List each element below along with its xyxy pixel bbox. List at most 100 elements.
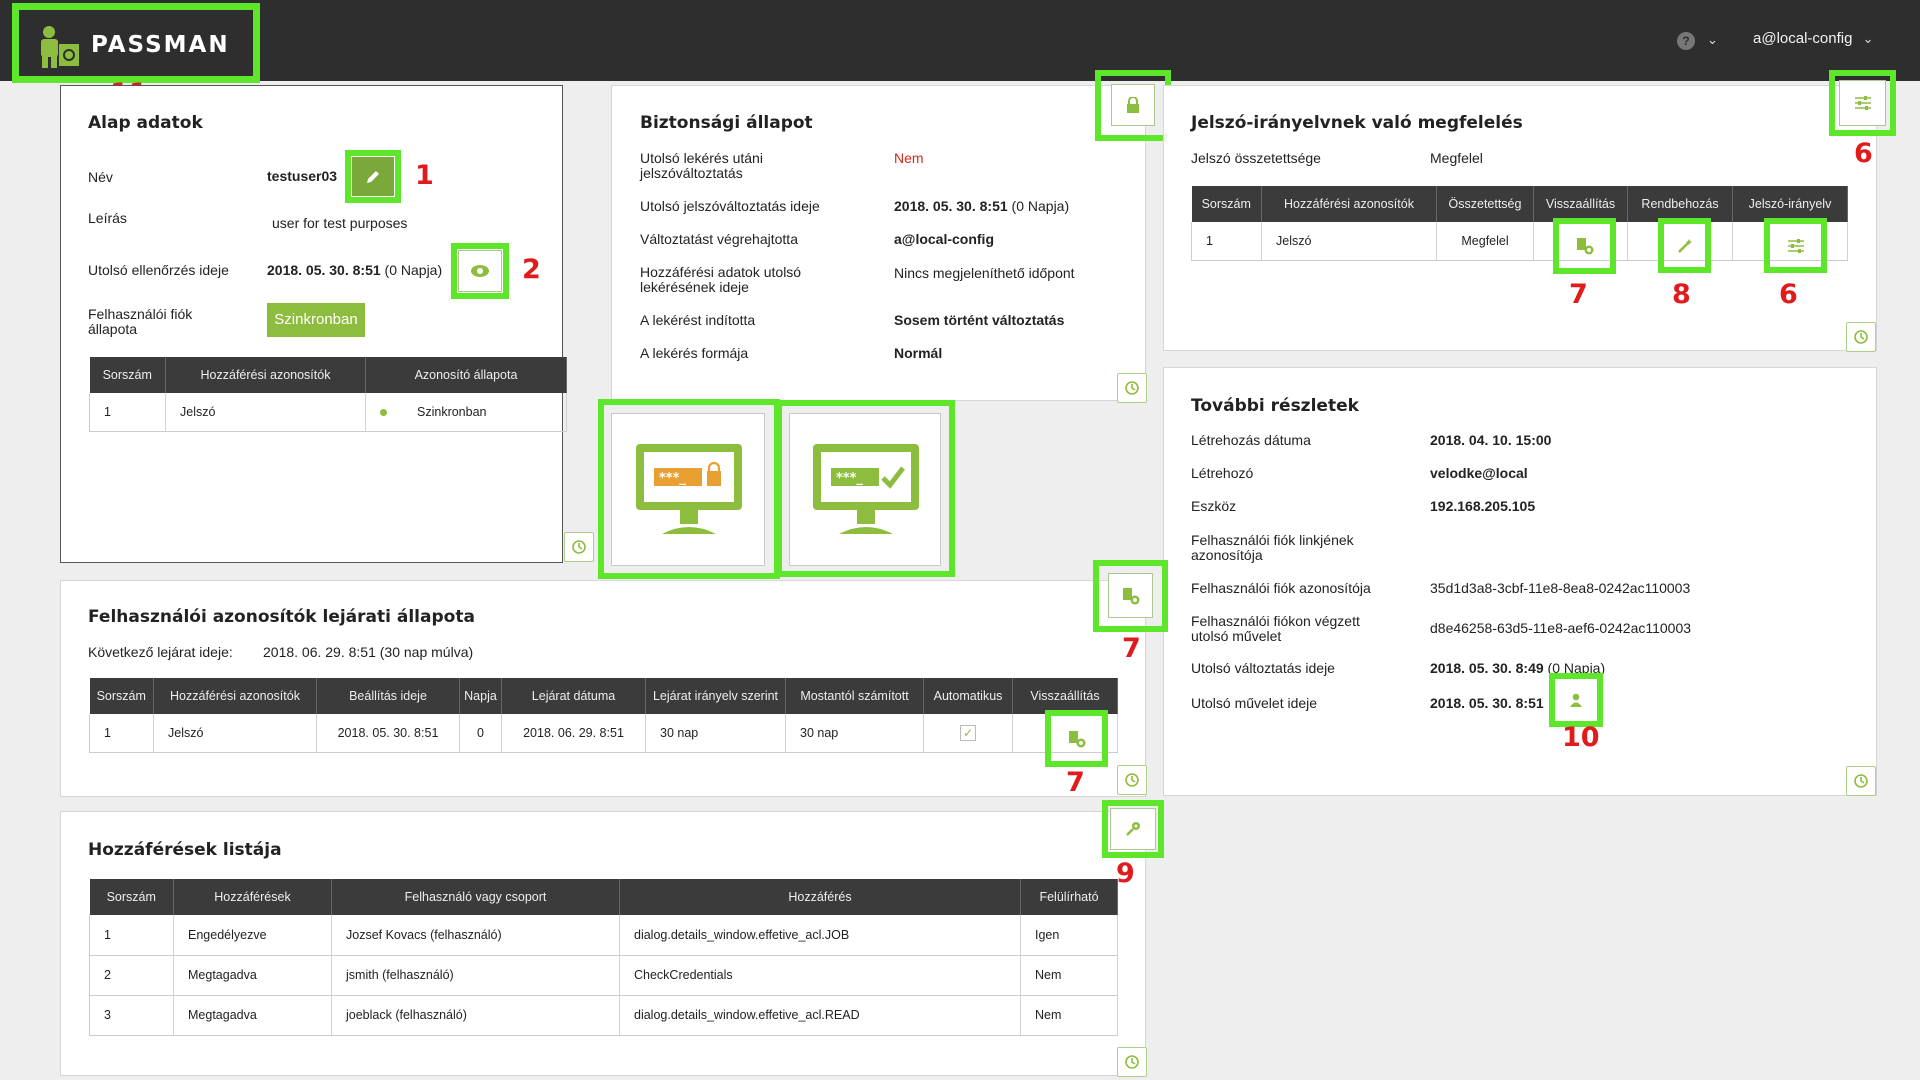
- expiry-th-6: Mostantól számított: [785, 678, 924, 714]
- access-th-4: Felülírható: [1020, 879, 1118, 915]
- security-row-value: a@local-config: [894, 231, 994, 247]
- expiry-restore-button[interactable]: [1052, 717, 1101, 760]
- view-button[interactable]: [458, 250, 502, 292]
- sync-status-button[interactable]: Szinkronban: [267, 303, 365, 337]
- details-row-label: Felhasználói fiók linkjének azonosítója: [1191, 532, 1354, 563]
- svg-text:***_: ***_: [659, 471, 686, 486]
- status-dot-icon: [380, 408, 387, 416]
- details-row-label: Felhasználói fiókon végzett utolsó művel…: [1191, 613, 1360, 644]
- expiry-th-2: Beállítás ideje: [316, 678, 460, 714]
- password-ok-monitor-icon: ***_: [813, 444, 919, 534]
- expiry-th-0: Sorszám: [89, 678, 154, 714]
- last-operation-user-button[interactable]: [1556, 680, 1596, 720]
- help-icon[interactable]: ?: [1677, 32, 1695, 50]
- access-cell: joeblack (felhasználó): [331, 995, 620, 1036]
- security-title: Biztonsági állapot: [640, 113, 813, 133]
- logo-text: PASSMAN: [91, 32, 230, 58]
- basic-cell: Jelszó: [165, 393, 366, 432]
- basic-data-title: Alap adatok: [88, 113, 203, 133]
- security-row-value: Normál: [894, 345, 943, 361]
- access-cell: Megtagadva: [173, 955, 332, 996]
- history-button[interactable]: [1117, 373, 1147, 403]
- description-label: Leírás: [88, 210, 127, 226]
- access-table: Sorszám Hozzáférések Felhasználó vagy cs…: [89, 879, 1118, 1036]
- access-cell: Jozsef Kovacs (felhasználó): [331, 915, 620, 956]
- lock-button[interactable]: [1111, 84, 1155, 126]
- restore-icon: [1122, 587, 1139, 604]
- access-key-button[interactable]: [1110, 808, 1156, 850]
- details-row-label: Létrehozó: [1191, 465, 1254, 481]
- expiry-th-3: Napja: [459, 678, 502, 714]
- user-icon: [1570, 693, 1582, 707]
- expiry-cell: 2018. 06. 29. 8:51: [501, 714, 646, 753]
- lock-icon: [1127, 97, 1139, 113]
- security-row-label: Változtatást végrehajtotta: [640, 231, 798, 247]
- annotation-1: 1: [415, 160, 434, 191]
- locked-monitor-button[interactable]: ***_: [611, 413, 765, 566]
- table-row: 1 Engedélyezve Jozsef Kovacs (felhasznál…: [89, 915, 1118, 956]
- access-cell: Megtagadva: [173, 995, 332, 1036]
- policy-settings-button[interactable]: [1771, 225, 1820, 266]
- top-bar: [0, 0, 1920, 81]
- access-cell: 3: [89, 995, 174, 1036]
- expiry-cell: ✓: [923, 714, 1013, 753]
- svg-text:***_: ***_: [836, 471, 863, 486]
- automatic-checkbox[interactable]: ✓: [960, 724, 976, 741]
- access-th-3: Hozzáférés: [619, 879, 1021, 915]
- logo[interactable]: PASSMAN: [12, 3, 260, 83]
- pencil-icon: [367, 170, 379, 183]
- help-chevron-down-icon[interactable]: ⌄: [1707, 32, 1718, 48]
- expiry-cell: 0: [459, 714, 502, 753]
- basic-table: Sorszám Hozzáférési azonosítók Azonosító…: [89, 357, 567, 432]
- history-button[interactable]: [1846, 766, 1876, 796]
- policy-th-0: Sorszám: [1191, 186, 1262, 222]
- expiry-th-4: Lejárat dátuma: [501, 678, 646, 714]
- name-label: Név: [88, 169, 113, 185]
- user-menu[interactable]: a@local-config ⌄: [1753, 30, 1874, 47]
- eye-icon: [471, 265, 489, 277]
- restore-icon: [1576, 238, 1593, 255]
- details-row-value: 192.168.205.105: [1430, 498, 1536, 514]
- history-icon: [1125, 1055, 1139, 1069]
- expiry-th-8: Visszaállítás: [1012, 678, 1118, 714]
- complexity-label: Jelszó összetettsége: [1191, 150, 1321, 166]
- details-row-label: Felhasználói fiók azonosítója: [1191, 580, 1371, 596]
- last-check-date: 2018. 05. 30. 8:51: [267, 262, 381, 278]
- last-check-value: 2018. 05. 30. 8:51 (0 Napja): [267, 262, 442, 278]
- annotation-9: 9: [1116, 858, 1135, 889]
- policy-header-settings-button[interactable]: [1839, 80, 1886, 126]
- sliders-icon: [1854, 96, 1871, 110]
- expiry-header-restore-button[interactable]: [1108, 573, 1153, 618]
- history-icon: [1125, 773, 1139, 787]
- history-button[interactable]: [564, 532, 594, 562]
- restore-button[interactable]: [1560, 225, 1609, 267]
- table-row: 1 Jelszó Megfelel: [1191, 222, 1848, 261]
- repair-button[interactable]: [1665, 225, 1704, 266]
- history-icon: [1854, 330, 1868, 344]
- security-row-value: Nem: [894, 150, 924, 166]
- details-row-value: 35d1d3a8-3cbf-11e8-8ea8-0242ac110003: [1430, 580, 1691, 596]
- details-row-label: Utolsó művelet ideje: [1191, 695, 1318, 711]
- next-expiry-label: Következő lejárat ideje:: [88, 644, 233, 660]
- access-cell: Nem: [1020, 995, 1118, 1036]
- annotation-6: 6: [1779, 279, 1798, 310]
- policy-th-5: Jelszó-irányelv: [1732, 186, 1848, 222]
- edit-button[interactable]: [352, 157, 394, 196]
- history-button[interactable]: [1117, 765, 1147, 795]
- expiry-th-5: Lejárat irányelv szerint: [645, 678, 786, 714]
- details-row-label: Utolsó változtatás ideje: [1191, 660, 1335, 676]
- last-check-days: (0 Napja): [384, 262, 443, 278]
- access-cell: 1: [89, 915, 174, 956]
- security-row-label: A lekérés formája: [640, 345, 749, 361]
- history-button[interactable]: [1846, 322, 1876, 352]
- history-icon: [1125, 381, 1139, 395]
- details-row-label: Létrehozás dátuma: [1191, 432, 1311, 448]
- access-cell: dialog.details_window.effetive_acl.READ: [619, 995, 1021, 1036]
- policy-cell: Jelszó: [1261, 222, 1437, 261]
- access-cell: jsmith (felhasználó): [331, 955, 620, 996]
- history-button[interactable]: [1117, 1047, 1147, 1077]
- ok-monitor-button[interactable]: ***_: [789, 413, 941, 566]
- access-th-2: Felhasználó vagy csoport: [331, 879, 620, 915]
- expiry-th-7: Automatikus: [923, 678, 1013, 714]
- details-row-value: velodke@local: [1430, 465, 1528, 481]
